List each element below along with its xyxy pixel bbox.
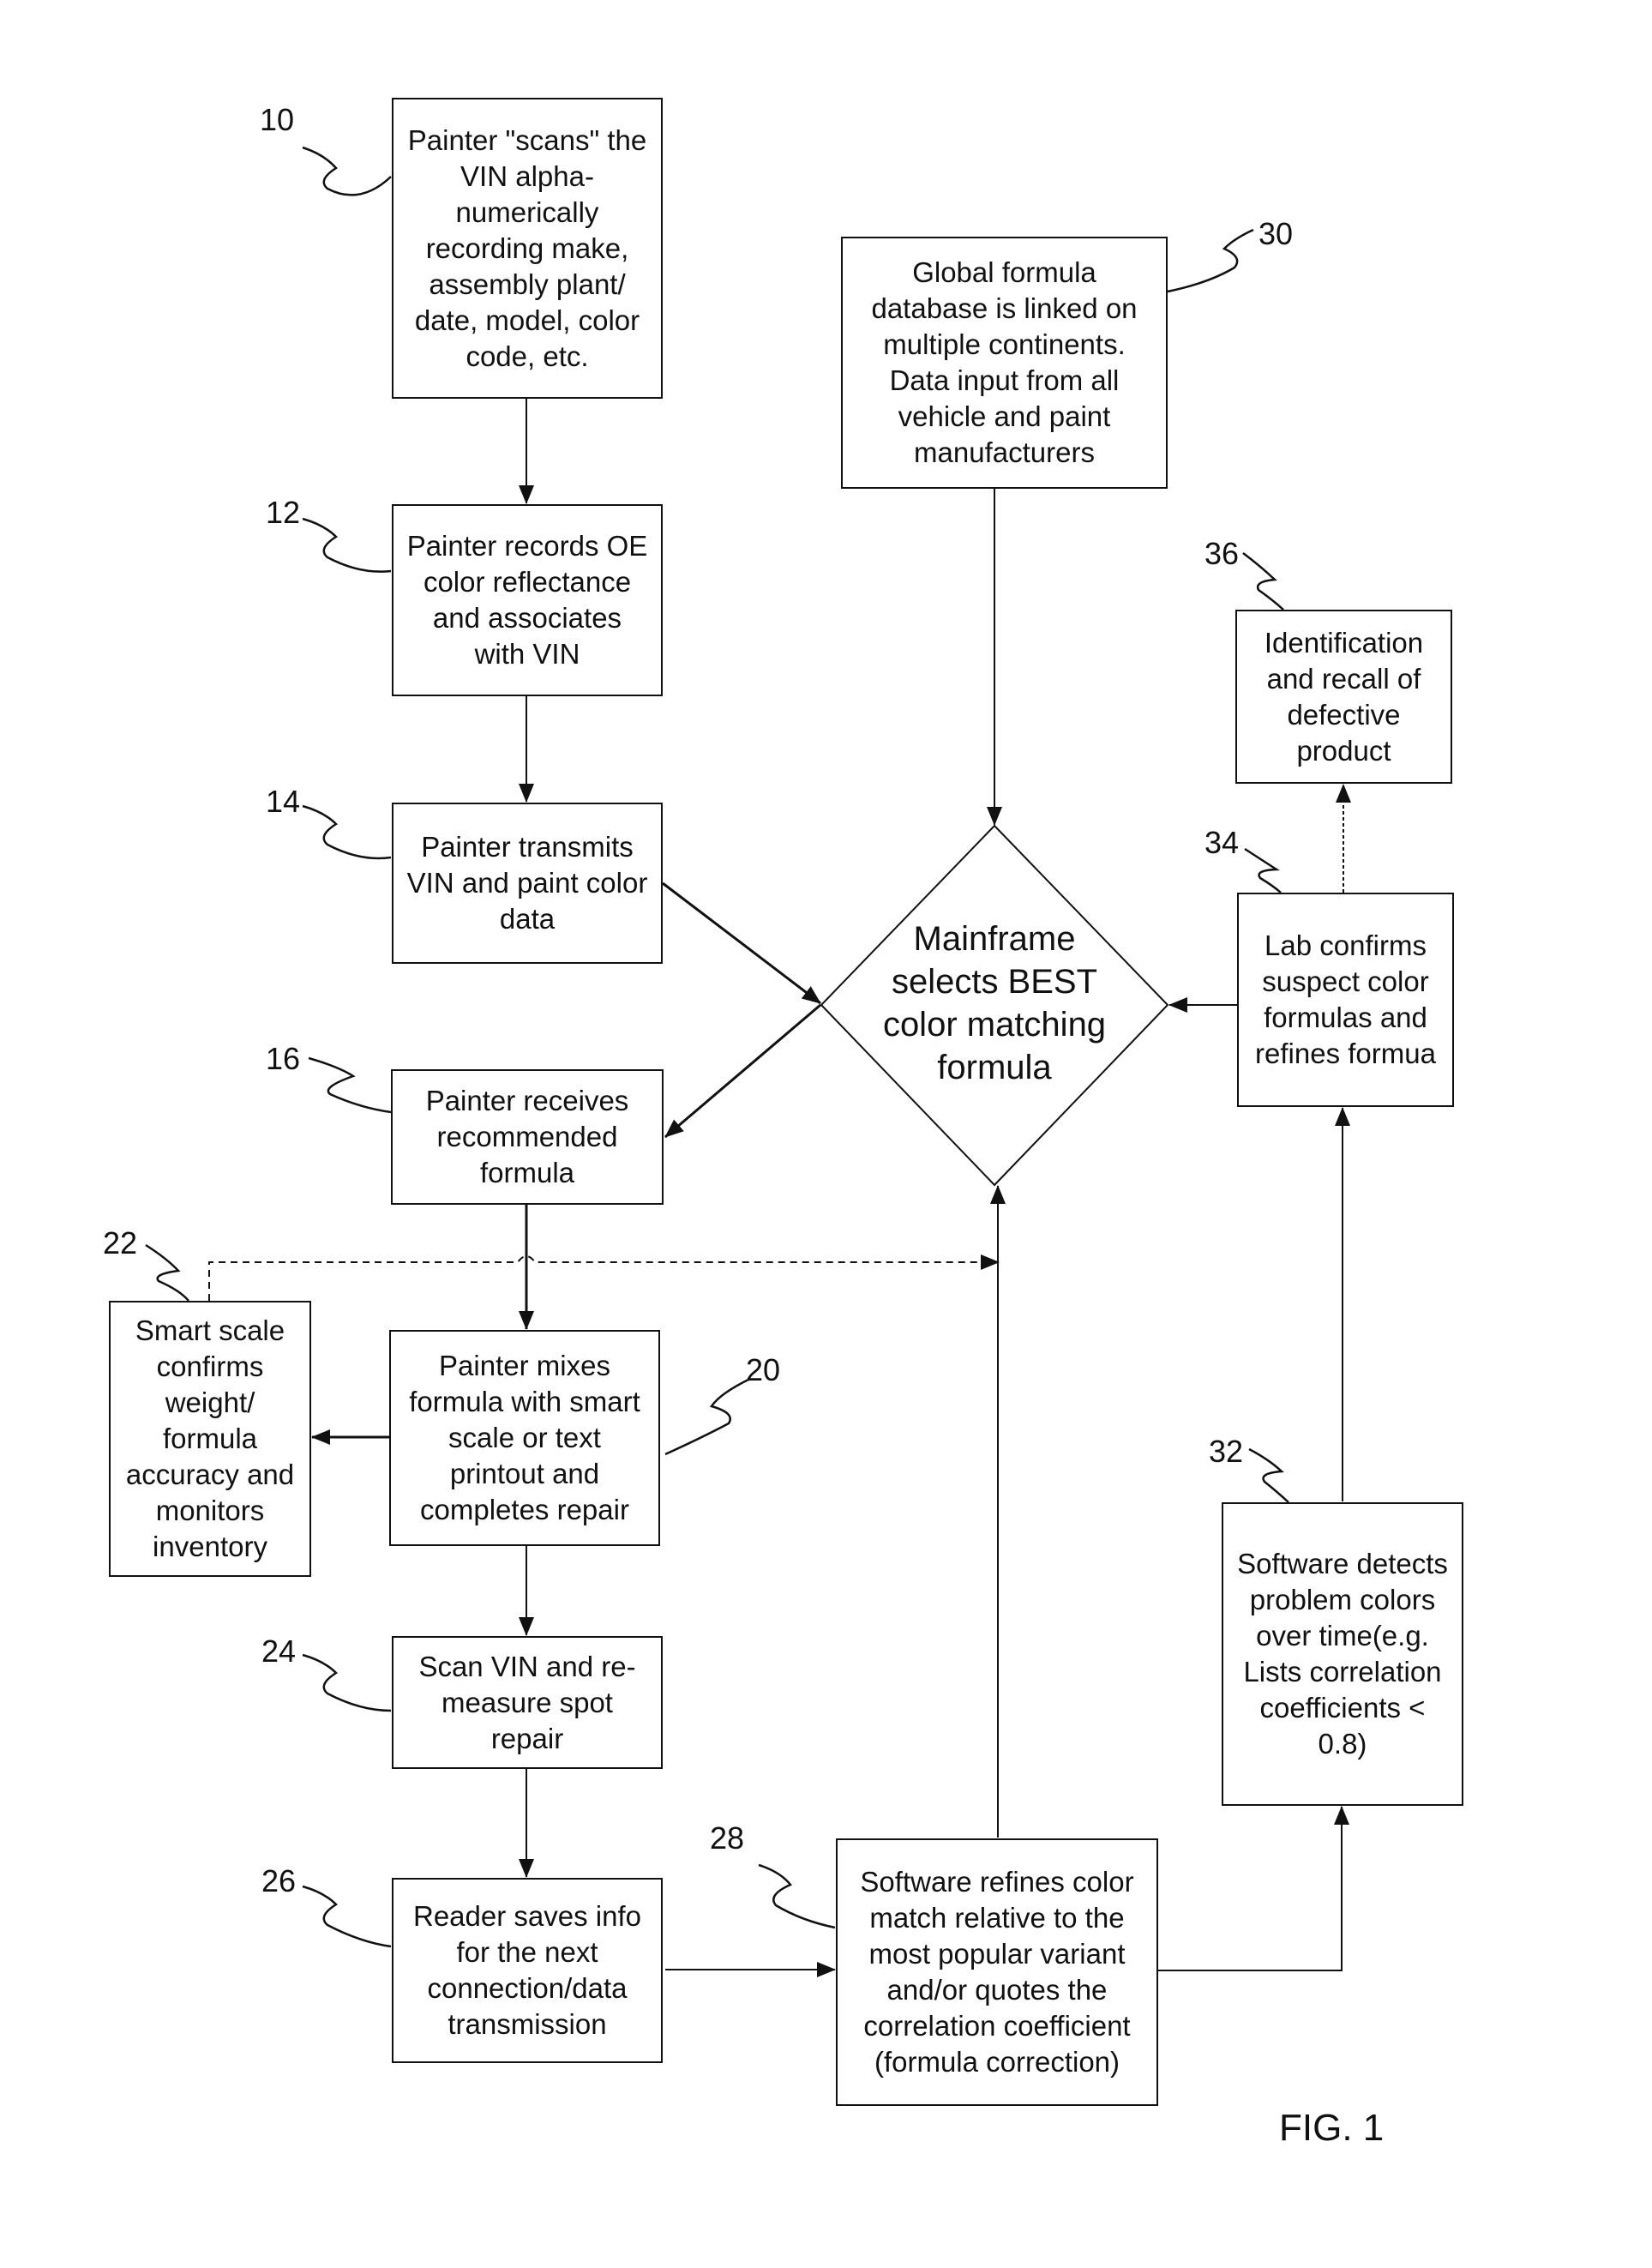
ref-14: 14 bbox=[266, 784, 301, 819]
ref-36: 36 bbox=[1204, 536, 1240, 571]
leader-30 bbox=[1167, 228, 1254, 293]
leader-14 bbox=[302, 804, 392, 860]
ref-30: 30 bbox=[1259, 216, 1294, 251]
leader-10 bbox=[302, 146, 392, 196]
step-14-box: Painter transmits VIN and paint color da… bbox=[392, 803, 663, 964]
step-16-box: Painter receives recommended formula bbox=[391, 1069, 664, 1205]
ref-12: 12 bbox=[266, 495, 301, 530]
leader-32 bbox=[1248, 1447, 1289, 1503]
leader-16 bbox=[308, 1056, 392, 1114]
step-12-text: Painter records OE color reflectance and… bbox=[406, 530, 648, 670]
step-36-text: Identification and recall of defective p… bbox=[1264, 626, 1424, 767]
step-22-box: Smart scale confirms weight/ formula acc… bbox=[109, 1301, 311, 1577]
step-32-box: Software detects problem colors over tim… bbox=[1222, 1502, 1463, 1806]
step-26-text: Reader saves info for the next connectio… bbox=[413, 1900, 641, 2040]
leader-36 bbox=[1242, 552, 1284, 611]
step-20-box: Painter mixes formula with smart scale o… bbox=[389, 1330, 660, 1546]
ref-32: 32 bbox=[1209, 1434, 1244, 1469]
leader-24 bbox=[302, 1653, 392, 1712]
leader-26 bbox=[302, 1885, 392, 1948]
edge-28-32 bbox=[1158, 1806, 1349, 1971]
step-16-text: Painter receives recommended formula bbox=[425, 1085, 629, 1188]
ref-10: 10 bbox=[260, 102, 295, 137]
leader-34 bbox=[1244, 847, 1282, 893]
leader-12 bbox=[302, 517, 392, 573]
step-20-text: Painter mixes formula with smart scale o… bbox=[409, 1350, 640, 1525]
ref-26: 26 bbox=[261, 1863, 297, 1898]
step-12-box: Painter records OE color reflectance and… bbox=[392, 504, 663, 696]
leader-22 bbox=[145, 1243, 189, 1302]
step-22-text: Smart scale confirms weight/ formula acc… bbox=[125, 1314, 295, 1562]
connectors-layer bbox=[145, 146, 1351, 1977]
step-24-box: Scan VIN and re- measure spot repair bbox=[392, 1636, 663, 1769]
edge-14-mainframe bbox=[662, 881, 821, 1005]
ref-22: 22 bbox=[103, 1225, 138, 1260]
ref-16: 16 bbox=[266, 1041, 301, 1076]
step-10-text: Painter "scans" the VIN alpha- numerical… bbox=[407, 123, 647, 372]
step-34-box: Lab confirms suspect color formulas and … bbox=[1237, 893, 1454, 1107]
step-28-box: Software refines color match relative to… bbox=[836, 1838, 1158, 2106]
step-26-box: Reader saves info for the next connectio… bbox=[392, 1878, 663, 2063]
figure-label: FIG. 1 bbox=[1279, 2107, 1385, 2149]
ref-20: 20 bbox=[746, 1352, 781, 1387]
step-30-text: Global formula database is linked on mul… bbox=[871, 256, 1138, 468]
leader-20 bbox=[664, 1377, 751, 1456]
step-30-box: Global formula database is linked on mul… bbox=[841, 237, 1168, 489]
step-36-box: Identification and recall of defective p… bbox=[1235, 610, 1452, 784]
step-14-text: Painter transmits VIN and paint color da… bbox=[406, 831, 648, 935]
edge-mainframe-16 bbox=[664, 1003, 821, 1139]
edge-22-mainframe-dashed bbox=[208, 1254, 1000, 1301]
step-28-text: Software refines color match relative to… bbox=[860, 1866, 1134, 2078]
leader-28 bbox=[758, 1863, 836, 1929]
step-32-text: Software detects problem colors over tim… bbox=[1237, 1548, 1448, 1760]
mainframe-text: Mainframe selects BEST color matching fo… bbox=[882, 920, 1107, 1086]
step-34-text: Lab confirms suspect color formulas and … bbox=[1255, 929, 1436, 1069]
step-10-box: Painter "scans" the VIN alpha- numerical… bbox=[392, 98, 663, 399]
ref-24: 24 bbox=[261, 1633, 297, 1669]
ref-34: 34 bbox=[1204, 825, 1240, 860]
step-24-text: Scan VIN and re- measure spot repair bbox=[418, 1650, 636, 1754]
ref-28: 28 bbox=[710, 1820, 745, 1856]
flowchart-figure: Painter "scans" the VIN alpha- numerical… bbox=[0, 0, 1652, 2268]
